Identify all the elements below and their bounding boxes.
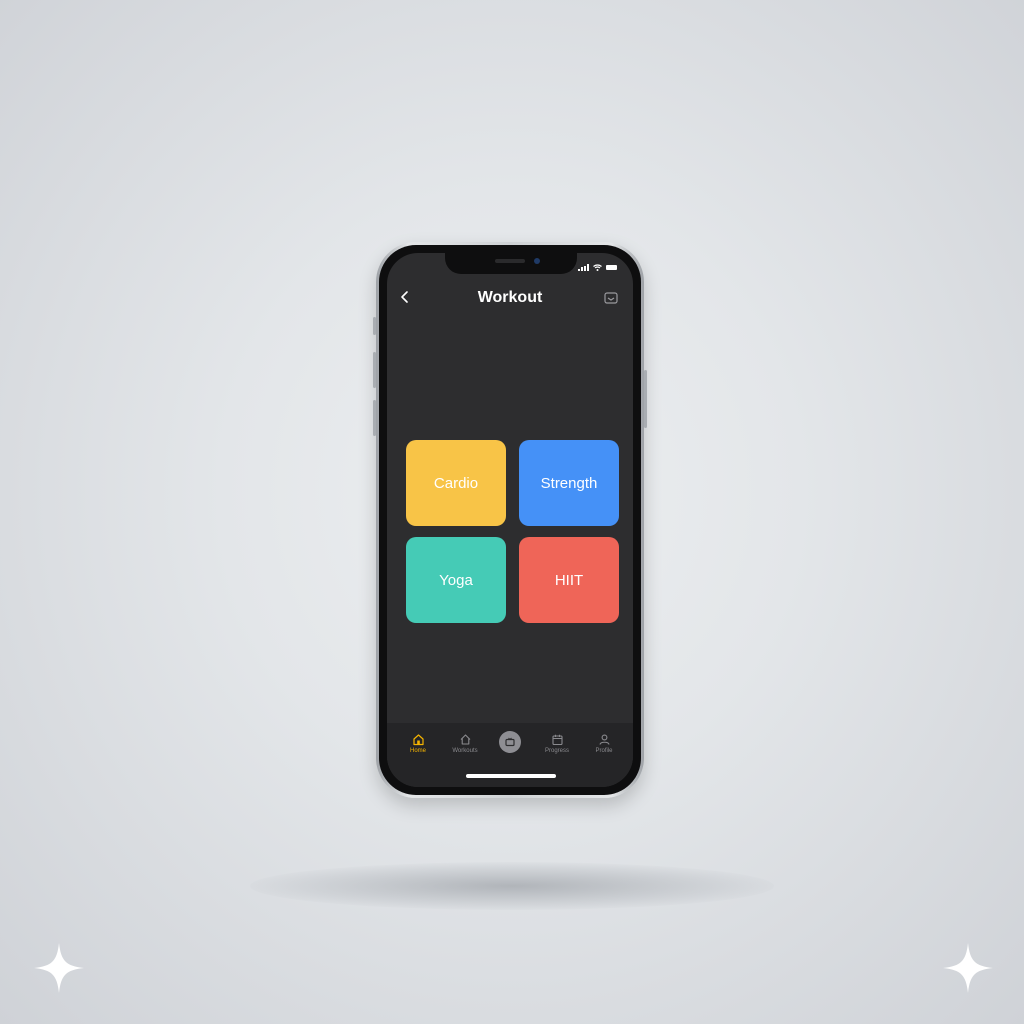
home-icon (412, 734, 424, 746)
sparkle-icon (943, 943, 993, 993)
phone-floor-shadow (250, 862, 774, 910)
page-title: Workout (477, 289, 543, 306)
category-tile-hiit[interactable]: HIIT (519, 537, 619, 623)
front-camera (534, 258, 540, 264)
sparkle-icon (34, 943, 84, 993)
volume-up-button (373, 352, 376, 388)
phone-bezel: Workout Cardio Strength Yoga HIIT Home W… (379, 245, 641, 795)
mute-switch (373, 317, 376, 335)
status-bar (578, 264, 617, 271)
tab-label: Progress (544, 748, 569, 754)
wifi-icon (593, 264, 602, 271)
user-icon (598, 734, 610, 745)
power-button (644, 370, 647, 428)
speaker-grille (495, 259, 525, 263)
battery-icon (606, 265, 617, 270)
app-header: Workout (387, 283, 633, 313)
signal-icon (578, 264, 589, 271)
inbox-icon[interactable] (603, 290, 619, 306)
volume-down-button (373, 400, 376, 436)
category-tile-cardio[interactable]: Cardio (406, 440, 506, 526)
tile-label: Yoga (439, 571, 473, 589)
tab-center-action[interactable] (499, 731, 521, 753)
tab-label: Workouts (452, 748, 478, 754)
tile-label: Cardio (433, 474, 479, 492)
tab-label: Home (409, 748, 426, 754)
calendar-icon (551, 734, 563, 746)
tile-label: HIIT (554, 571, 584, 589)
tab-workouts[interactable]: Workouts (443, 733, 487, 763)
notch (445, 253, 577, 274)
home-indicator[interactable] (466, 774, 556, 778)
house-icon (460, 734, 470, 745)
tab-profile[interactable]: Profile (582, 733, 626, 763)
phone-screen: Workout Cardio Strength Yoga HIIT Home W… (387, 253, 633, 787)
tab-home[interactable]: Home (396, 733, 440, 763)
phone-device: Workout Cardio Strength Yoga HIIT Home W… (373, 242, 647, 798)
tv-icon (505, 737, 515, 747)
bottom-tab-bar: Home Workouts Progress Profile (387, 723, 633, 787)
category-tile-yoga[interactable]: Yoga (406, 537, 506, 623)
tile-label: Strength (540, 474, 598, 492)
tab-label: Profile (595, 748, 613, 754)
tab-progress[interactable]: Progress (535, 733, 579, 763)
category-tile-strength[interactable]: Strength (519, 440, 619, 526)
